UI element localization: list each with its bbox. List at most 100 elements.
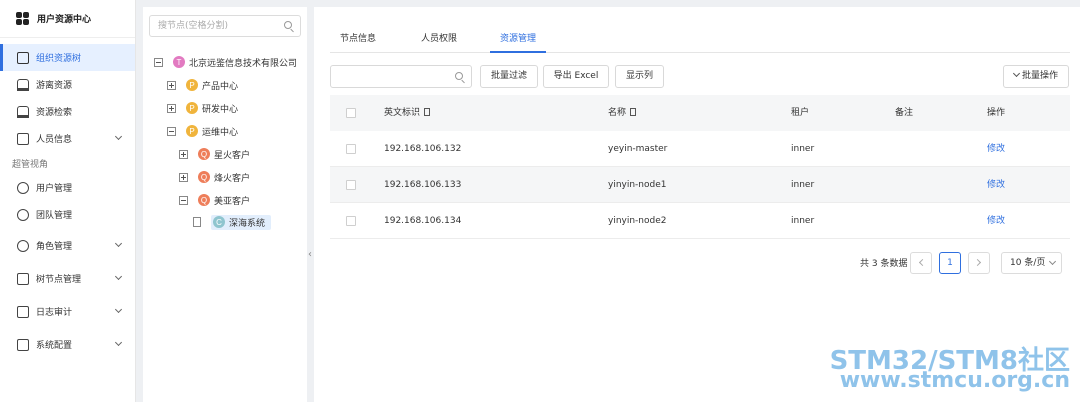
tree-node-label: 研发中心 [202, 104, 239, 115]
chevron-down-icon [114, 338, 123, 347]
tree-node-ops-center[interactable]: P 运维中心 [167, 123, 238, 139]
collapse-icon[interactable] [154, 57, 163, 67]
chevron-down-icon [1048, 257, 1057, 266]
batch-ops-label: 批量操作 [1021, 71, 1058, 81]
collapse-icon[interactable] [179, 195, 188, 205]
row-checkbox[interactable] [346, 216, 356, 226]
node-avatar: C [213, 216, 225, 228]
app-logo-icon [16, 12, 29, 25]
tree-node-shenhai[interactable]: C 深海系统 [193, 214, 272, 230]
chevron-down-icon [1012, 69, 1021, 78]
edit-link[interactable]: 修改 [987, 167, 1005, 203]
table-row: 192.168.106.133 yinyin-node1 inner 修改 [330, 167, 1070, 203]
sidebar-item-free-resources[interactable]: 游离资源 [0, 71, 135, 98]
header-note: 备注 [895, 108, 914, 118]
panel-collapse-handle[interactable]: ‹ [306, 244, 314, 266]
log-icon [17, 305, 29, 318]
expand-icon[interactable] [167, 103, 176, 113]
tree-node-label: 北京远鉴信息技术有限公司 [189, 58, 298, 69]
prev-page-button[interactable] [910, 252, 932, 274]
tree-node-xinghuo[interactable]: Q 星火客户 [179, 146, 250, 162]
tree-node-selected[interactable]: C 深海系统 [211, 214, 272, 230]
batch-filter-button[interactable]: 批量过滤 [480, 65, 538, 88]
tree-node-label: 星火客户 [214, 150, 251, 161]
header-name[interactable]: 名称 [608, 95, 637, 131]
sidebar-item-user-management[interactable]: 用户管理 [0, 174, 135, 201]
expand-icon[interactable] [167, 80, 176, 90]
copy-icon[interactable] [630, 108, 637, 116]
sidebar-item-personnel-info[interactable]: 人员信息 [0, 125, 135, 152]
expand-icon[interactable] [179, 149, 188, 159]
next-page-button[interactable] [968, 252, 990, 274]
sidebar-item-label: 人员信息 [36, 135, 73, 145]
tree-node-product-center[interactable]: P 产品中心 [167, 77, 238, 93]
tab-resource-management[interactable]: 资源管理 [490, 29, 546, 53]
tree-node-company[interactable]: T 北京远鉴信息技术有限公司 [154, 54, 297, 70]
export-excel-button[interactable]: 导出 Excel [543, 65, 609, 88]
collapse-icon[interactable] [167, 126, 176, 136]
tree-node-meiya[interactable]: Q 美亚客户 [179, 192, 250, 208]
sidebar-item-role-management[interactable]: 角色管理 [0, 232, 135, 259]
edit-link[interactable]: 修改 [987, 203, 1005, 239]
chevron-down-icon [114, 132, 123, 141]
node-avatar: Q [198, 194, 210, 206]
header-name-en[interactable]: 英文标识 [384, 95, 431, 131]
cell-name-en: 192.168.106.134 [384, 216, 462, 226]
sidebar-item-log-audit[interactable]: 日志审计 [0, 298, 135, 325]
page-size-select[interactable]: 10 条/页 [1001, 252, 1062, 274]
chevron-down-icon [114, 239, 123, 248]
header-action: 操作 [987, 108, 1006, 118]
search-icon[interactable] [455, 72, 463, 80]
cell-tenant: inner [791, 216, 815, 226]
sidebar-item-system-config[interactable]: 系统配置 [0, 331, 135, 358]
tree-search-input[interactable]: 搜节点(空格分割) [149, 15, 301, 37]
cell-name-en: 192.168.106.132 [384, 144, 462, 154]
batch-ops-button[interactable]: 批量操作 [1003, 65, 1069, 88]
show-columns-button[interactable]: 显示列 [615, 65, 664, 88]
page-size-value: 10 条/页 [1010, 258, 1046, 268]
user-icon [17, 181, 29, 194]
table-row: 192.168.106.134 yinyin-node2 inner 修改 [330, 203, 1070, 239]
tree-node-label: 产品中心 [202, 81, 239, 92]
tree-node-fenghuo[interactable]: Q 烽火客户 [179, 169, 250, 185]
graduation-cap-icon [17, 78, 29, 91]
tree-search-placeholder: 搜节点(空格分割) [158, 21, 229, 31]
page-button-current[interactable]: 1 [939, 252, 961, 274]
brand[interactable]: 用户资源中心 [0, 0, 135, 38]
tree-node-label: 深海系统 [229, 218, 266, 229]
sidebar: 用户资源中心 组织资源树 游离资源 资源检索 人员信息 超管视角 用户管理 团队… [0, 0, 136, 402]
sidebar-item-label: 系统配置 [36, 341, 73, 351]
node-avatar: Q [198, 171, 210, 183]
edit-link[interactable]: 修改 [987, 131, 1005, 167]
expand-icon[interactable] [179, 172, 188, 182]
brand-title: 用户资源中心 [37, 15, 92, 25]
sidebar-item-label: 树节点管理 [36, 275, 82, 285]
resource-search-input[interactable] [330, 65, 472, 88]
row-checkbox[interactable] [346, 180, 356, 190]
sidebar-item-label: 团队管理 [36, 211, 73, 221]
sidebar-item-org-resource-tree[interactable]: 组织资源树 [0, 44, 135, 71]
tree-node-rd-center[interactable]: P 研发中心 [167, 100, 238, 116]
section-label-admin: 超管视角 [12, 159, 49, 170]
cell-tenant: inner [791, 144, 815, 154]
tree-icon [17, 51, 29, 64]
copy-icon[interactable] [424, 108, 431, 116]
node-avatar: T [173, 56, 185, 68]
sidebar-item-tree-node-management[interactable]: 树节点管理 [0, 265, 135, 292]
tab-node-info[interactable]: 节点信息 [340, 29, 380, 53]
sidebar-item-resource-search[interactable]: 资源检索 [0, 98, 135, 125]
table-header: 英文标识 名称 租户 备注 操作 [330, 95, 1070, 131]
row-checkbox[interactable] [346, 144, 356, 154]
chevron-right-icon [973, 258, 982, 267]
sidebar-item-label: 资源检索 [36, 108, 73, 118]
tree-node-label: 烽火客户 [214, 173, 251, 184]
tree-node-label: 美亚客户 [214, 196, 251, 207]
cell-name: yinyin-node2 [608, 216, 667, 226]
search-icon[interactable] [284, 21, 292, 29]
sidebar-item-team-management[interactable]: 团队管理 [0, 201, 135, 228]
select-all-checkbox[interactable] [346, 108, 356, 118]
node-avatar: P [186, 102, 198, 114]
header-label: 英文标识 [384, 108, 421, 118]
node-avatar: Q [198, 148, 210, 160]
tab-personnel-permissions[interactable]: 人员权限 [421, 29, 461, 53]
